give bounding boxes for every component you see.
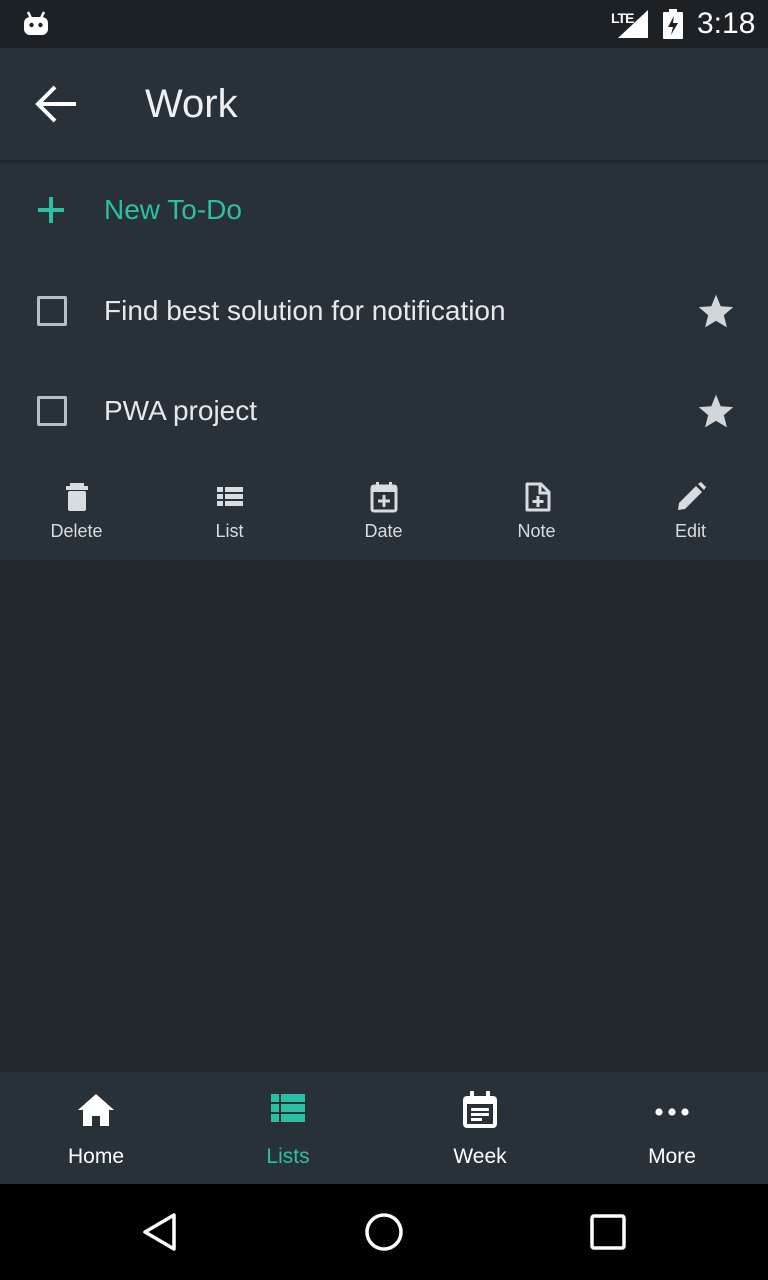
nav-home[interactable]: Home bbox=[0, 1072, 192, 1184]
nav-lists[interactable]: Lists bbox=[192, 1072, 384, 1184]
arrow-back-icon[interactable] bbox=[34, 84, 78, 124]
system-navigation-bar bbox=[0, 1184, 768, 1280]
trash-icon bbox=[66, 483, 88, 511]
date-label: Date bbox=[364, 521, 403, 541]
delete-button[interactable]: Delete bbox=[0, 460, 153, 560]
bottom-navigation: Home Lists Week More bbox=[0, 1072, 768, 1184]
todo-checkbox[interactable] bbox=[37, 296, 67, 326]
nav-more-label: More bbox=[648, 1145, 696, 1168]
todo-text: PWA project bbox=[104, 395, 258, 426]
plus-icon bbox=[38, 197, 64, 223]
home-icon bbox=[78, 1094, 114, 1126]
note-button[interactable]: Note bbox=[460, 460, 613, 560]
nav-lists-label: Lists bbox=[266, 1145, 310, 1168]
todo-list: New To-Do Find best solution for notific… bbox=[0, 160, 768, 560]
nav-week-label: Week bbox=[453, 1145, 507, 1168]
edit-label: Edit bbox=[674, 521, 707, 541]
todo-checkbox[interactable] bbox=[37, 396, 67, 426]
nav-home-label: Home bbox=[67, 1145, 125, 1168]
week-calendar-icon bbox=[463, 1091, 497, 1128]
home-circle-icon[interactable] bbox=[362, 1210, 406, 1254]
nav-more[interactable]: More bbox=[576, 1072, 768, 1184]
battery-charging-icon bbox=[663, 9, 683, 39]
todo-action-bar: Delete List Date Note Edit bbox=[0, 460, 768, 560]
note-label: Note bbox=[517, 521, 556, 541]
back-triangle-icon[interactable] bbox=[138, 1210, 182, 1254]
todo-text: Find best solution for notification bbox=[104, 295, 506, 326]
calendar-add-icon bbox=[370, 482, 398, 513]
new-todo-label: New To-Do bbox=[104, 194, 242, 225]
nav-week[interactable]: Week bbox=[384, 1072, 576, 1184]
list-icon bbox=[217, 487, 243, 506]
todo-item[interactable]: Find best solution for notification bbox=[0, 260, 768, 360]
list-icon bbox=[271, 1094, 305, 1122]
page-title: Work bbox=[145, 82, 238, 126]
new-todo-button[interactable]: New To-Do bbox=[0, 160, 768, 260]
star-icon[interactable] bbox=[697, 393, 735, 429]
list-button[interactable]: List bbox=[153, 460, 306, 560]
recents-square-icon[interactable] bbox=[586, 1210, 630, 1254]
date-button[interactable]: Date bbox=[307, 460, 460, 560]
delete-label: Delete bbox=[50, 521, 103, 541]
android-debug-icon bbox=[24, 11, 48, 35]
pencil-icon bbox=[678, 482, 706, 510]
todo-item[interactable]: PWA project bbox=[0, 360, 768, 460]
edit-button[interactable]: Edit bbox=[614, 460, 767, 560]
note-add-icon bbox=[525, 482, 551, 512]
list-label: List bbox=[215, 521, 244, 541]
clock: 3:18 bbox=[697, 7, 756, 40]
app-bar: Work bbox=[0, 48, 768, 160]
signal-icon bbox=[618, 10, 648, 38]
more-dots-icon bbox=[655, 1108, 689, 1116]
status-bar: LTE 3:18 bbox=[0, 0, 768, 48]
star-icon[interactable] bbox=[697, 293, 735, 329]
